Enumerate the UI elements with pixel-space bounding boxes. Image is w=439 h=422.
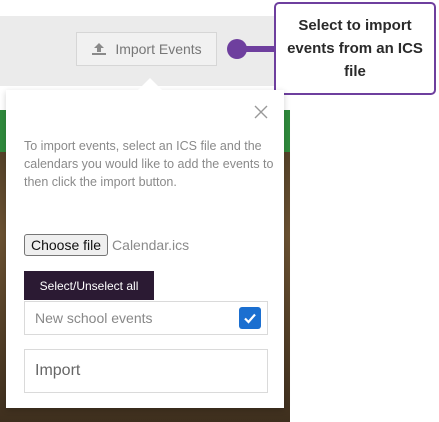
calendar-row[interactable]: New school events [24, 301, 268, 335]
background-accent-right [284, 110, 290, 152]
import-instructions: To import events, select an ICS file and… [24, 139, 274, 189]
checkmark-icon [244, 313, 256, 324]
import-button[interactable]: Import [24, 349, 268, 393]
callout-tooltip: Select to import events from an ICS file [274, 2, 436, 95]
dialog-arrow [138, 78, 162, 90]
import-events-label: Import Events [115, 41, 202, 57]
select-all-button[interactable]: Select/Unselect all [24, 271, 154, 300]
choose-file-button[interactable]: Choose file [24, 234, 109, 256]
selected-file-name: Calendar.ics [112, 237, 190, 253]
callout-connector [227, 39, 278, 59]
callout-text: Select to import events from an ICS file [287, 17, 423, 80]
upload-icon [91, 42, 107, 56]
import-events-button[interactable]: Import Events [76, 32, 217, 66]
file-picker: Choose file Calendar.ics [24, 233, 189, 257]
calendar-checkbox[interactable] [239, 307, 261, 329]
close-icon[interactable] [253, 104, 269, 120]
calendar-name: New school events [35, 310, 153, 326]
